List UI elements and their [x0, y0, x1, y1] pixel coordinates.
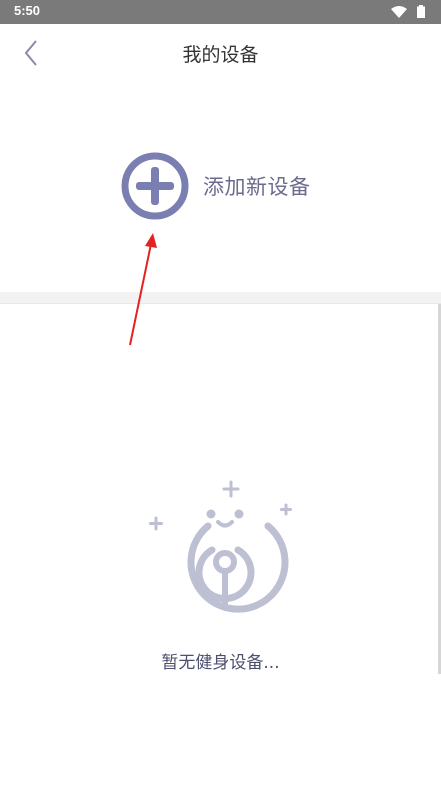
- add-device-label: 添加新设备: [203, 175, 311, 199]
- no-device-illustration: [149, 480, 292, 613]
- status-time: 5:50: [14, 3, 41, 18]
- empty-state-message: 暂无健身设备...: [161, 653, 280, 673]
- status-icons: [391, 5, 425, 18]
- section-divider: [0, 292, 441, 304]
- plus-circle-icon: [121, 152, 189, 220]
- status-bar: 5:50: [0, 0, 441, 24]
- add-device-button[interactable]: 添加新设备: [120, 151, 311, 221]
- wifi-icon: [391, 5, 407, 18]
- page-title: 我的设备: [182, 44, 259, 66]
- add-device-section: 添加新设备: [0, 82, 441, 292]
- battery-icon: [417, 5, 425, 18]
- nav-bar: 我的设备: [0, 24, 441, 82]
